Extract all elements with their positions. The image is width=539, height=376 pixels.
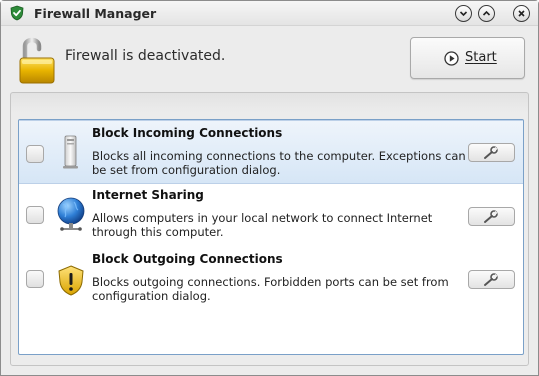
firewall-manager-window: Firewall Manager Firewall is deactivated…: [0, 0, 539, 376]
internet-sharing-configure-button[interactable]: [468, 207, 515, 226]
close-icon: [518, 10, 525, 17]
rule-row-block-outgoing[interactable]: Block Outgoing Connections Blocks outgoi…: [19, 248, 523, 312]
window-title: Firewall Manager: [34, 6, 157, 21]
minimize-button[interactable]: [455, 5, 472, 22]
block-incoming-description: Blocks all incoming connections to the c…: [92, 149, 466, 177]
close-button[interactable]: [513, 5, 530, 22]
block-incoming-checkbox[interactable]: [26, 145, 44, 163]
internet-sharing-title: Internet Sharing: [92, 188, 204, 202]
status-header: Firewall is deactivated. Start: [1, 27, 538, 91]
block-outgoing-checkbox[interactable]: [26, 270, 44, 288]
start-button[interactable]: Start: [410, 37, 525, 79]
wrench-icon: [484, 210, 498, 223]
play-icon: [444, 51, 459, 66]
block-incoming-configure-button[interactable]: [468, 143, 515, 162]
globe-network-icon: [57, 197, 85, 231]
block-outgoing-title: Block Outgoing Connections: [92, 252, 283, 266]
firewall-status-text: Firewall is deactivated.: [65, 48, 226, 64]
maximize-button[interactable]: [478, 5, 495, 22]
rule-row-block-incoming[interactable]: Block Incoming Connections Blocks all in…: [19, 120, 523, 184]
chevron-up-icon: [482, 10, 491, 16]
wrench-icon: [484, 146, 498, 159]
internet-sharing-description: Allows computers in your local network t…: [92, 211, 433, 239]
rule-row-internet-sharing[interactable]: Internet Sharing Allows computers in you…: [19, 184, 523, 248]
block-outgoing-configure-button[interactable]: [468, 270, 515, 289]
warning-shield-icon: [58, 265, 84, 296]
title-bar[interactable]: Firewall Manager: [1, 1, 538, 26]
block-outgoing-description: Blocks outgoing connections. Forbidden p…: [92, 275, 449, 303]
block-incoming-title: Block Incoming Connections: [92, 126, 283, 140]
wrench-icon: [484, 273, 498, 286]
firewall-rules-list[interactable]: Block Incoming Connections Blocks all in…: [18, 119, 524, 355]
start-button-label: Start: [465, 50, 497, 65]
shield-check-icon: [10, 5, 24, 21]
computer-tower-icon: [63, 135, 78, 169]
unlocked-padlock-icon: [19, 37, 55, 84]
internet-sharing-checkbox[interactable]: [26, 206, 44, 224]
chevron-down-icon: [459, 11, 468, 17]
